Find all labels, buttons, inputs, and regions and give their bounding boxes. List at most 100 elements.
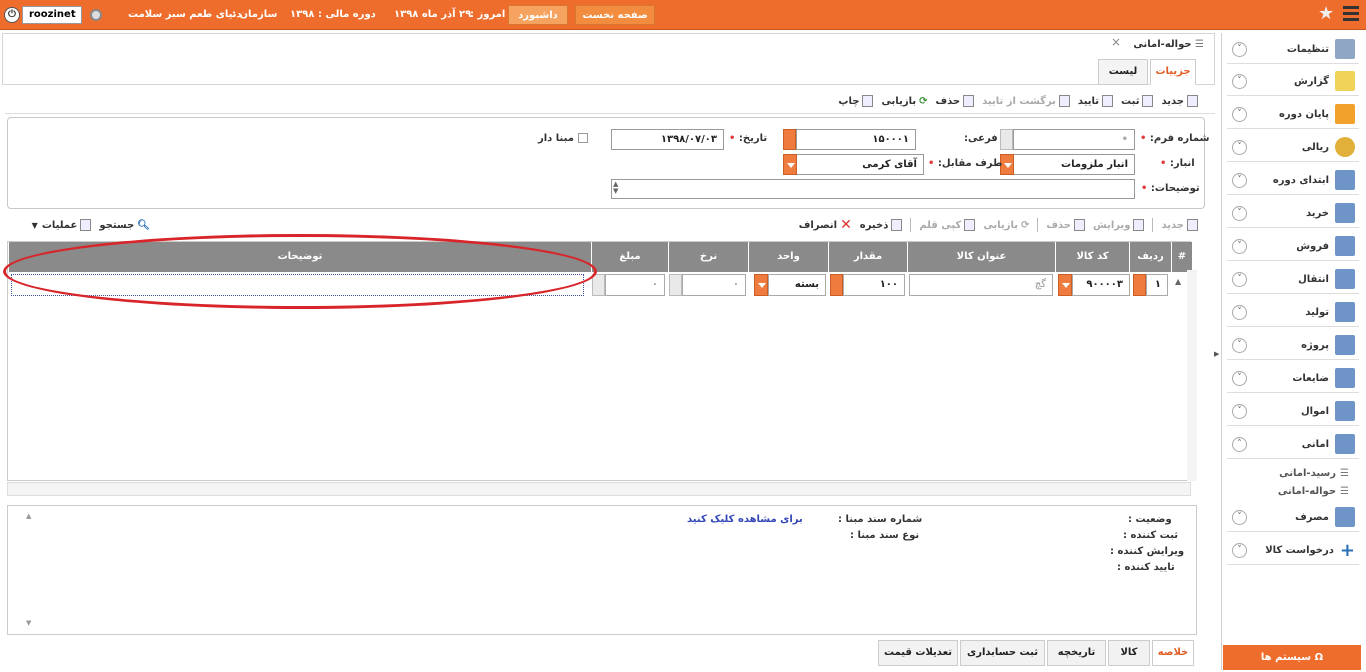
sidebar-item-rial[interactable]: ریالی ˅ [1227,133,1359,162]
grid-cancel-button[interactable]: ✕ انصراف [799,217,852,233]
base-doc-type-label: نوع سند مبنا : [850,530,920,541]
rate-field[interactable]: ۰ [682,274,746,296]
col-header-title[interactable]: عنوان کالا [907,242,1055,272]
dashboard-tab[interactable]: داشبورد [508,5,568,25]
col-header-code[interactable]: کد کالا [1055,242,1129,272]
tab-price-adjust[interactable]: تعدیلات قیمت [878,640,958,666]
creator-label: ثبت کننده : [1123,530,1179,541]
grid-toolbar-left: 🔍︎ جستجو عملیات ▼ [10,213,150,237]
sidebar-item-consignment[interactable]: امانی ˄ [1227,430,1359,459]
base-doc-no-label: شماره سند مبنا : [838,514,923,525]
unconfirm-button[interactable]: برگشت از تایید [982,95,1070,107]
table-star-icon [1335,507,1355,527]
col-header-qty[interactable]: مقدار [828,242,907,272]
col-header-amount[interactable]: مبلغ [591,242,668,272]
qty-field[interactable]: ۱۰۰ [843,274,905,296]
info-scroll-up-icon[interactable]: ▲ [26,512,31,520]
col-header-hash[interactable]: # [1171,242,1192,272]
new-button[interactable]: جدید [1161,95,1198,107]
save-button[interactable]: ثبت [1121,95,1154,107]
sub-stepper[interactable] [783,129,796,150]
sidebar-subitem-receipt[interactable]: ☰ رسید-امانی [1227,464,1349,482]
row-index-stepper[interactable] [1133,274,1146,296]
grid-save-button[interactable]: ذخیره [860,219,903,231]
amount-stepper[interactable] [592,274,605,296]
sidebar-item-assets[interactable]: اموال ˅ [1227,397,1359,426]
counterparty-dropdown-icon[interactable] [783,154,797,175]
sidebar-item-production[interactable]: تولید ˅ [1227,298,1359,327]
amount-field[interactable]: ۰ [605,274,665,296]
settings-dot-icon[interactable] [90,9,102,21]
sidebar-collapse-handle[interactable]: ▶ [1214,350,1219,358]
checkbox-icon[interactable] [577,133,588,143]
grid-new-button[interactable]: جدید [1161,219,1198,231]
home-tab[interactable]: صفحه نخست [575,5,655,25]
row-expand-icon[interactable]: ▲ [1175,277,1181,286]
report-clipboard-icon [1335,71,1355,91]
sidebar-item-period-start[interactable]: ابتدای دوره ˅ [1227,166,1359,195]
search-button[interactable]: 🔍︎ جستجو [99,220,150,231]
tab-summary[interactable]: خلاصه [1152,640,1194,666]
unit-dropdown-icon[interactable] [754,274,768,296]
date-field[interactable]: ۱۳۹۸/۰۷/۰۳ [611,129,724,150]
counterparty-select[interactable]: آقای کرمی [796,154,924,175]
sidebar-item-goods-request[interactable]: + درخواست کالا ˅ [1227,536,1359,565]
col-header-rate[interactable]: نرخ [668,242,748,272]
print-button[interactable]: چاپ [838,95,874,107]
star-icon[interactable]: ★ [1318,3,1334,24]
rate-stepper[interactable] [669,274,682,296]
desc-scroll-icon[interactable]: ▲ ▼ [613,181,618,195]
sidebar-item-report[interactable]: گزارش ˅ [1227,67,1359,96]
save-icon [1142,95,1154,107]
tab-goods[interactable]: کالا [1108,640,1150,666]
based-checkbox-label[interactable]: مبنا دار [538,133,588,144]
sub-field[interactable]: ۱۵۰۰۰۱ [796,129,916,150]
view-link[interactable]: برای مشاهده کلیک کنید [687,514,803,525]
sub-label: فرعی: [964,133,998,144]
grid-vertical-scrollbar[interactable] [1187,270,1197,481]
grid-delete-button[interactable]: حذف [1046,219,1085,231]
refresh-button[interactable]: ⟳ بازیابی [881,96,927,107]
username-box[interactable]: roozinet [22,6,82,24]
grid-refresh-button[interactable]: ⟳ بازیابی [983,220,1029,231]
sidebar-subitem-remittance[interactable]: ☰ حواله-امانی [1227,482,1349,500]
org-label: سازمان : [232,9,278,20]
separator [1152,218,1154,232]
unit-field[interactable]: بسته [768,274,826,296]
close-icon[interactable]: × [1111,35,1121,49]
grid-horizontal-scrollbar[interactable] [7,482,1191,496]
item-code-field[interactable]: ۹۰۰۰۰۳ [1072,274,1130,296]
qty-stepper[interactable] [830,274,843,296]
sidebar-item-project[interactable]: پروژه ˅ [1227,331,1359,360]
tab-list[interactable]: لیست [1098,59,1148,85]
delete-button[interactable]: حذف [935,95,975,107]
sidebar-item-transfer[interactable]: انتقال ˅ [1227,265,1359,294]
sidebar-item-period-end[interactable]: پایان دوره ˅ [1227,100,1359,129]
item-code-dropdown-icon[interactable] [1058,274,1072,296]
sidebar-item-consumption[interactable]: مصرف ˅ [1227,503,1359,532]
confirm-button[interactable]: تایید [1078,95,1114,107]
tab-accounting[interactable]: ثبت حسابداری [960,640,1045,666]
desc-field[interactable] [611,179,1135,199]
form-no-field[interactable]: • [1013,129,1135,150]
tab-details[interactable]: جزییات [1150,59,1196,85]
grid-edit-button[interactable]: ویرایش [1093,219,1145,231]
grid-copy-button[interactable]: کپی قلم [919,219,976,231]
power-icon[interactable]: ⏻ [4,7,20,23]
ops-menu-button[interactable]: عملیات ▼ [32,219,92,231]
sidebar-item-purchase[interactable]: خرید ˅ [1227,199,1359,228]
col-header-unit[interactable]: واحد [748,242,828,272]
sidebar-item-sales[interactable]: فروش ˅ [1227,232,1359,261]
tab-history[interactable]: تاریخچه [1047,640,1106,666]
row-index-field[interactable]: ۱ [1146,274,1168,296]
chevron-down-icon: ˅ [1232,404,1247,419]
col-header-row[interactable]: ردیف [1129,242,1171,272]
sidebar-item-waste[interactable]: ضایعات ˅ [1227,364,1359,393]
item-title-field[interactable]: گچ [909,274,1053,296]
warehouse-select[interactable]: انبار ملزومات [1013,154,1135,175]
systems-button[interactable]: Ω سیستم ها [1223,645,1361,670]
menu-icon[interactable] [1343,6,1359,22]
form-no-stepper[interactable] [1000,129,1013,150]
sidebar-item-settings[interactable]: تنظیمات ˅ [1227,35,1359,64]
info-scroll-down-icon[interactable]: ▼ [26,619,31,627]
